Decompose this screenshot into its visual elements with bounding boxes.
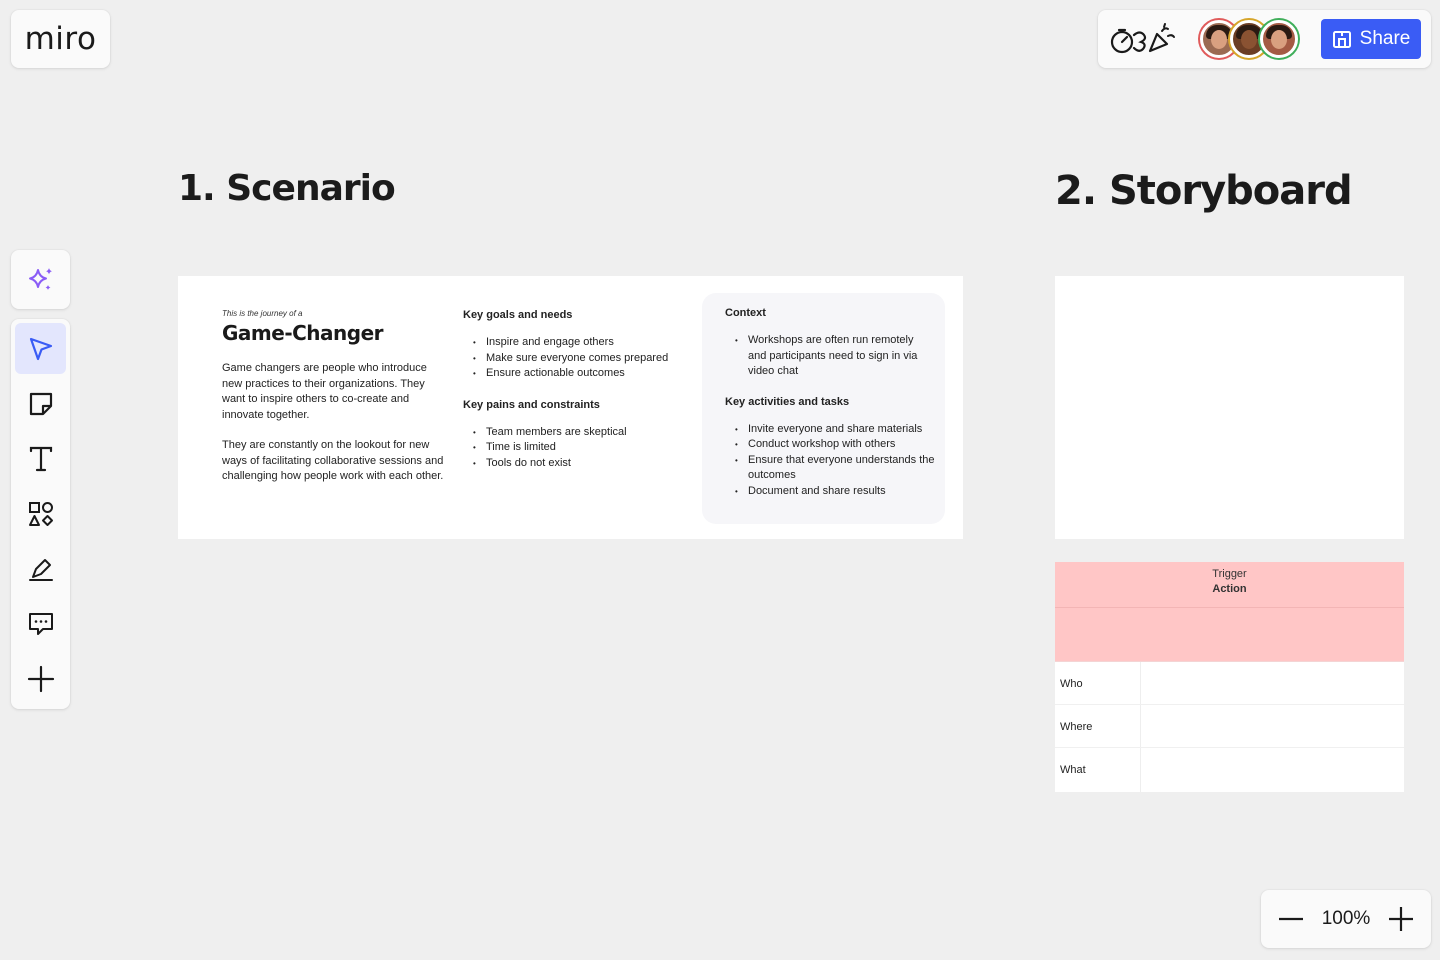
board-share-icon — [1332, 31, 1351, 48]
table-cell[interactable] — [1141, 748, 1404, 792]
storyboard-table[interactable]: Trigger Action Who Where What — [1055, 562, 1404, 792]
comment-icon — [28, 612, 53, 635]
storyboard-title[interactable]: 2. Storyboard — [1055, 168, 1353, 214]
ai-assist-panel[interactable] — [11, 250, 70, 309]
goals-column: Key goals and needs Inspire and engage o… — [463, 309, 693, 471]
storyboard-frame[interactable] — [1055, 276, 1404, 539]
list-item: Make sure everyone comes prepared — [463, 351, 693, 367]
goals-list: Inspire and engage others Make sure ever… — [463, 335, 693, 382]
scenario-title[interactable]: 1. Scenario — [178, 168, 396, 209]
trigger-action-header[interactable]: Trigger Action — [1055, 562, 1404, 662]
select-tool[interactable] — [15, 323, 66, 374]
scenario-card[interactable]: This is the journey of a Game-Changer Ga… — [178, 276, 963, 539]
sticky-note-tool[interactable] — [15, 378, 66, 429]
sticky-note-icon — [29, 392, 52, 415]
context-box: Context Workshops are often run remotely… — [702, 293, 945, 524]
activities-list: Invite everyone and share materials Cond… — [725, 422, 940, 500]
journey-label: This is the journey of a — [222, 309, 303, 318]
party-popper-icon — [1148, 23, 1175, 53]
list-item: Inspire and engage others — [463, 335, 693, 351]
row-label: Who — [1055, 662, 1141, 704]
action-label: Action — [1212, 583, 1247, 595]
share-button[interactable]: Share — [1321, 19, 1421, 59]
row-label: Where — [1055, 705, 1141, 747]
list-item: Ensure that everyone understands the out… — [725, 453, 940, 484]
list-item: Ensure actionable outcomes — [463, 366, 693, 382]
miro-logo: miro — [24, 21, 97, 57]
table-row[interactable]: What — [1055, 748, 1404, 792]
table-row[interactable]: Who — [1055, 662, 1404, 705]
context-list: Workshops are often run remotely and par… — [725, 333, 930, 380]
logo-panel[interactable]: miro — [11, 10, 110, 68]
zoom-controls: 100% — [1261, 890, 1431, 948]
zoom-out-button[interactable] — [1279, 907, 1303, 931]
toolbar — [11, 319, 70, 709]
persona-column: This is the journey of a Game-Changer Ga… — [222, 309, 448, 485]
list-item: Conduct workshop with others — [725, 437, 940, 453]
pains-heading: Key pains and constraints — [463, 398, 600, 411]
table-cell[interactable] — [1141, 705, 1404, 747]
pains-list: Team members are skeptical Time is limit… — [463, 425, 693, 472]
context-heading: Context — [725, 307, 766, 319]
list-item: Tools do not exist — [463, 456, 693, 472]
activities-heading: Key activities and tasks — [725, 395, 850, 408]
list-item: Time is limited — [463, 440, 693, 456]
zoom-out-icon — [1279, 917, 1303, 921]
pen-icon — [28, 558, 53, 581]
shapes-tool[interactable] — [15, 488, 66, 539]
timer-tools[interactable] — [1110, 21, 1176, 57]
goals-heading: Key goals and needs — [463, 309, 573, 321]
persona-name: Game-Changer — [222, 321, 384, 345]
list-item: Workshops are often run remotely and par… — [725, 333, 930, 380]
list-item: Team members are skeptical — [463, 425, 693, 441]
more-tools-button[interactable] — [15, 653, 66, 704]
avatar[interactable] — [1260, 20, 1298, 58]
share-label: Share — [1359, 28, 1411, 49]
list-item: Invite everyone and share materials — [725, 422, 940, 438]
trigger-label: Trigger — [1212, 568, 1247, 580]
plus-icon — [27, 665, 54, 692]
timer-icon[interactable] — [1110, 21, 1176, 57]
text-icon — [29, 446, 52, 471]
pen-tool[interactable] — [15, 543, 66, 594]
zoom-in-button[interactable] — [1388, 907, 1413, 931]
zoom-in-icon — [1388, 907, 1413, 931]
comment-tool[interactable] — [15, 598, 66, 649]
table-row[interactable]: Where — [1055, 705, 1404, 748]
table-cell[interactable] — [1141, 662, 1404, 704]
zoom-level[interactable]: 100% — [1322, 908, 1371, 930]
sparkle-icon[interactable] — [26, 265, 56, 295]
row-label: What — [1055, 748, 1141, 792]
persona-description: Game changers are people who introduce n… — [222, 362, 427, 421]
text-tool[interactable] — [15, 433, 66, 484]
shapes-icon — [28, 501, 53, 526]
persona-description: They are constantly on the lookout for n… — [222, 439, 444, 482]
list-item: Document and share results — [725, 484, 940, 500]
collaborator-avatars[interactable] — [1200, 20, 1298, 58]
header-divider — [1055, 607, 1404, 608]
cursor-arrow-icon — [29, 337, 52, 360]
top-right-bar: Share — [1098, 10, 1431, 68]
